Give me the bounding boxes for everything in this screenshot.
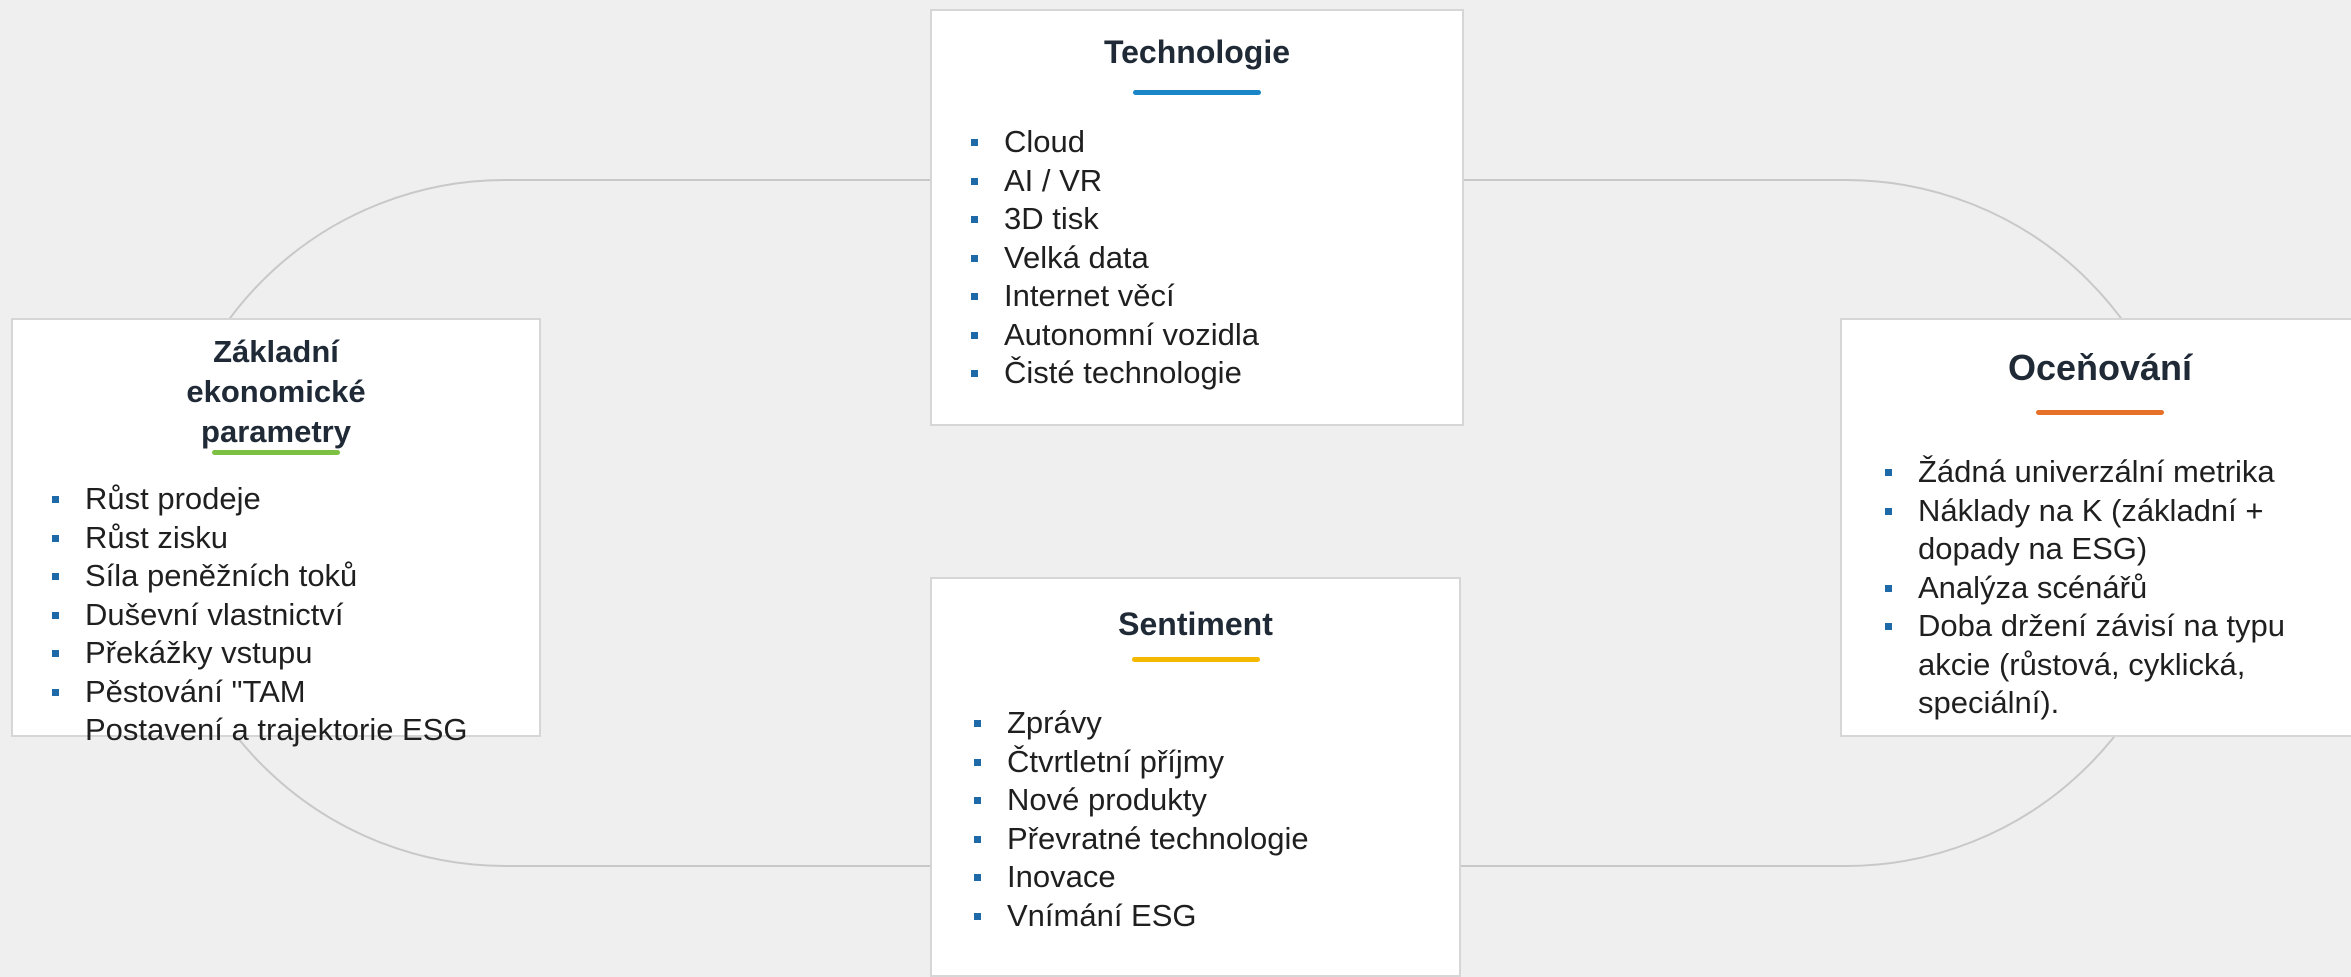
fundamentals-item: Pěstování "TAM Postavení a trajektorie E… xyxy=(52,673,539,750)
sentiment-title: Sentiment xyxy=(1118,606,1273,642)
valuation-title-underline xyxy=(2036,410,2164,415)
technology-item: Cloud xyxy=(971,123,1462,162)
sentiment-box: Sentiment Zprávy Čtvrtletní příjmy Nové pr… xyxy=(930,577,1461,977)
sentiment-list: Zprávy Čtvrtletní příjmy Nové produkty Přev… xyxy=(974,704,1459,936)
valuation-item: Náklady na K (základní + dopady na ESG) xyxy=(1885,492,2338,569)
fundamentals-item: Duševní vlastnictví xyxy=(52,596,539,635)
technology-item: Velká data xyxy=(971,239,1462,278)
fundamentals-item: Růst prodeje xyxy=(52,480,539,519)
technology-item: AI / VR xyxy=(971,162,1462,201)
valuation-item: Žádná univerzální metrika xyxy=(1885,453,2338,492)
technology-item: Internet věcí xyxy=(971,277,1462,316)
technology-list: Cloud AI / VR 3D tisk Velká data Internet vě… xyxy=(971,123,1462,393)
fundamentals-item: Síla peněžních toků xyxy=(52,557,539,596)
valuation-list: Žádná univerzální metrika Náklady na K (z… xyxy=(1885,453,2338,723)
sentiment-item: Čtvrtletní příjmy xyxy=(974,743,1459,782)
fundamentals-item: Růst zisku xyxy=(52,519,539,558)
sentiment-item: Inovace xyxy=(974,858,1459,897)
technology-item: 3D tisk xyxy=(971,200,1462,239)
fundamentals-title: Základní ekonomické parametry xyxy=(186,334,366,449)
fundamentals-box: Základní ekonomické parametry Růst prode… xyxy=(11,318,541,747)
sentiment-item: Vnímání ESG xyxy=(974,897,1459,936)
sentiment-item: Zprávy xyxy=(974,704,1459,743)
sentiment-item: Převratné technologie xyxy=(974,820,1459,859)
technology-item: Čisté technologie xyxy=(971,354,1462,393)
fundamentals-item: Překážky vstupu xyxy=(52,634,539,673)
technology-title-underline xyxy=(1133,90,1261,95)
valuation-item: Doba držení závisí na typu akcie (růstov… xyxy=(1885,607,2338,723)
sentiment-title-underline xyxy=(1131,657,1260,662)
technology-item: Autonomní vozidla xyxy=(971,316,1462,355)
valuation-box: Oceňování Žádná univerzální metrika Nákla… xyxy=(1840,318,2351,737)
valuation-title: Oceňování xyxy=(2007,347,2193,388)
sentiment-item: Nové produkty xyxy=(974,781,1459,820)
fundamentals-list: Růst prodeje Růst zisku Síla peněžních tok… xyxy=(52,480,539,750)
valuation-item: Analýza scénářů xyxy=(1885,569,2338,608)
technology-title: Technologie xyxy=(1103,34,1291,70)
technology-box: Technologie Cloud AI / VR 3D tisk Velká dat… xyxy=(930,9,1464,426)
